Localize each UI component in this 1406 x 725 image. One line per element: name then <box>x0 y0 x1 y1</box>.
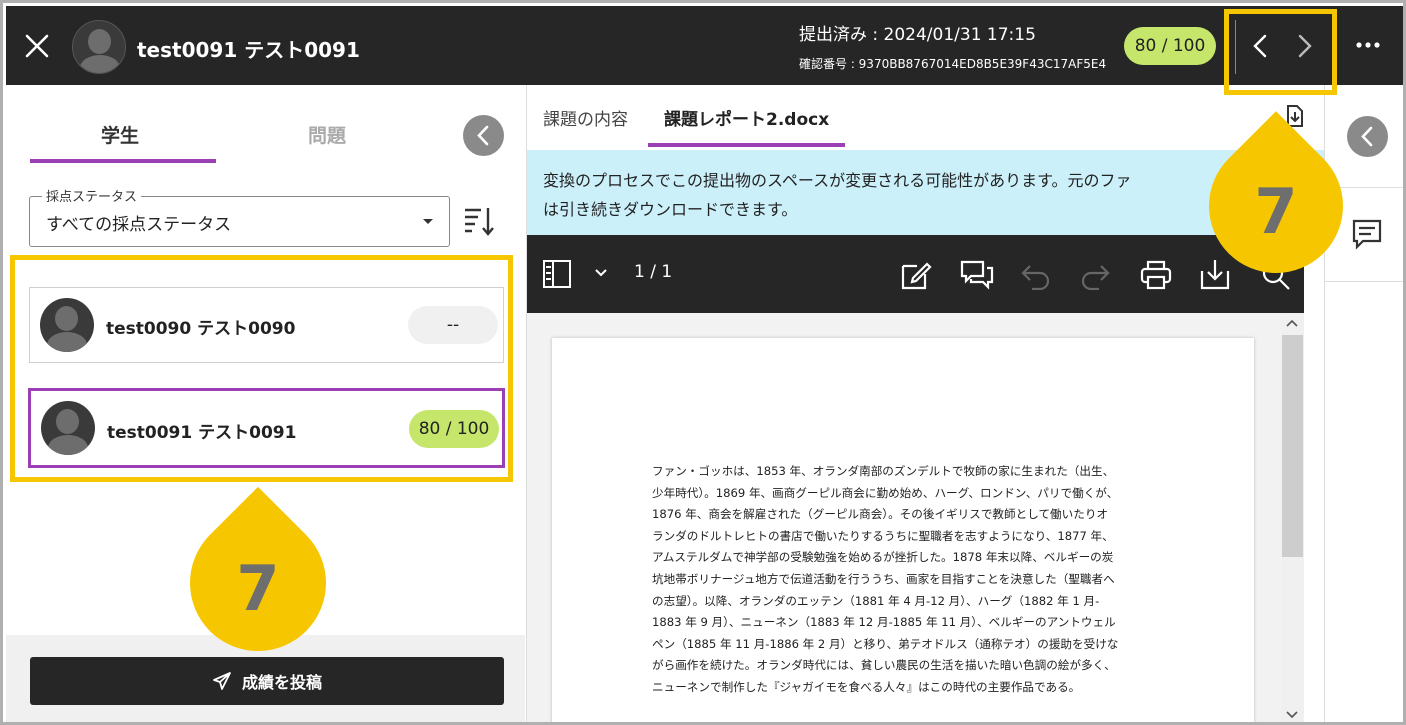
document-line: ペン（1885 年 11 月-1886 年 2 月）と移り、弟テオドルス（通称テ… <box>652 636 1119 651</box>
document-line: 1876 年、商会を解雇された（グーピル商会）。その後イギリスで教師として働いた… <box>652 507 1109 522</box>
dropdown-arrow-icon <box>422 218 434 226</box>
viewer-toolbar: 1 / 1 <box>527 235 1304 313</box>
document-line: 少年時代）。1869 年、画商グーピル商会に勤め始め、ハーグ、ロンドン、パリで働… <box>652 485 1119 500</box>
confirmation-number: 確認番号 : 9370BB8767014ED8B5E39F43C17AF5E4 <box>799 57 1107 71</box>
document-text: ファン・ゴッホは、1853 年、オランダ南部のズンデルトで牧師の家に生まれた（出… <box>652 461 1172 699</box>
document-line: ニューネンで制作した『ジャガイモを食べる人々』はこの時代の主要作品である。 <box>652 679 1081 694</box>
conversion-notice: 変換のプロセスでこの提出物のスペースが変更される可能性があります。元のファ は引… <box>527 150 1324 235</box>
callout-number: 7 <box>236 552 280 625</box>
scrollbar-thumb[interactable] <box>1282 335 1303 557</box>
tab-questions[interactable]: 問題 <box>308 121 346 148</box>
student-nav-highlight <box>1224 9 1337 95</box>
document-line: がら画作を続けた。オランダ時代には、貧しい農民の生活を描いた暗い色調の絵が多く、 <box>652 658 1116 673</box>
panel-divider <box>1325 281 1403 282</box>
tab-report-file[interactable]: 課題レポート2.docx <box>664 105 829 130</box>
document-line: 1883 年 9 月）、ニューネン（1883 年 12 月-1885 年 11 … <box>652 615 1116 630</box>
submission-status: 提出済み : 2024/01/31 17:15 <box>799 25 1036 45</box>
notice-line-1: 変換のプロセスでこの提出物のスペースが変更される可能性があります。元のファ <box>543 171 1132 190</box>
avatar <box>72 20 126 74</box>
page-indicator: 1 / 1 <box>634 262 673 282</box>
callout-number: 7 <box>1254 175 1298 248</box>
collapse-panel-button[interactable] <box>463 115 504 156</box>
grading-status-select-value: すべての採点ステータス <box>46 215 232 235</box>
document-line: ファン・ゴッホは、1853 年、オランダ南部のズンデルトで牧師の家に生まれた（出… <box>652 464 1115 478</box>
send-icon <box>213 672 231 690</box>
document-line: アムステルダムで神学部の受験勉強を始めるが挫折した。1878 年末以降、ベルギー… <box>652 550 1114 565</box>
grading-status-label: 採点ステータス <box>42 186 142 205</box>
comment-icon[interactable] <box>959 258 995 292</box>
scroll-up-icon[interactable] <box>1286 319 1298 327</box>
chevron-left-icon <box>477 125 489 146</box>
document-page: ファン・ゴッホは、1853 年、オランダ南部のズンデルトで牧師の家に生まれた（出… <box>552 338 1254 722</box>
tab-students-underline <box>30 159 216 163</box>
undo-icon <box>1020 262 1052 290</box>
document-line: 坑地帯ボリナージュ地方で伝道活動を行ううち、画家を目指すことを決意した（聖職者へ <box>652 571 1115 586</box>
tab-students[interactable]: 学生 <box>101 121 139 148</box>
feedback-icon[interactable] <box>1351 218 1383 250</box>
tab-assignment-content[interactable]: 課題の内容 <box>543 105 628 130</box>
more-options-icon[interactable] <box>1354 38 1382 52</box>
document-line: の志望）。以降、オランダのエッテン（1881 年 4 月-12 月）、ハーグ（1… <box>652 593 1100 608</box>
post-grades-label: 成績を投稿 <box>241 673 322 692</box>
annotate-icon[interactable] <box>899 258 933 292</box>
redo-icon <box>1079 262 1111 290</box>
notice-line-2: は引き続きダウンロードできます。 <box>543 200 798 219</box>
sidebar-toggle-icon[interactable] <box>541 258 573 290</box>
scroll-down-icon[interactable] <box>1286 711 1298 719</box>
tab-report-underline <box>648 143 845 147</box>
student-name: test0091 テスト0091 <box>137 38 360 62</box>
document-line: ランダのドルトレヒトの書店で働いたりするうちに聖職者を志すようになり、1877 … <box>652 528 1114 543</box>
post-grades-button[interactable]: 成績を投稿 <box>30 657 504 705</box>
viewer-gutter <box>1304 313 1324 722</box>
expand-panel-button[interactable] <box>1347 116 1388 157</box>
download-icon[interactable] <box>1198 257 1232 291</box>
student-list-highlight <box>10 255 513 482</box>
close-icon[interactable] <box>24 33 50 59</box>
score-badge: 80 / 100 <box>1124 27 1216 65</box>
chevron-left-icon <box>1361 126 1373 147</box>
print-icon[interactable] <box>1139 259 1173 291</box>
chevron-down-icon[interactable] <box>594 268 608 278</box>
sort-icon[interactable] <box>463 204 497 238</box>
app-window: test0091 テスト0091 提出済み : 2024/01/31 17:15… <box>0 0 1406 725</box>
submission-viewer: 課題の内容 課題レポート2.docx 変換のプロセスでこの提出物のスペースが変更… <box>526 85 1324 722</box>
document-canvas: ファン・ゴッホは、1853 年、オランダ南部のズンデルトで牧師の家に生まれた（出… <box>527 313 1281 722</box>
top-bar: test0091 テスト0091 提出済み : 2024/01/31 17:15… <box>6 6 1403 85</box>
document-scrollbar[interactable] <box>1281 313 1304 722</box>
